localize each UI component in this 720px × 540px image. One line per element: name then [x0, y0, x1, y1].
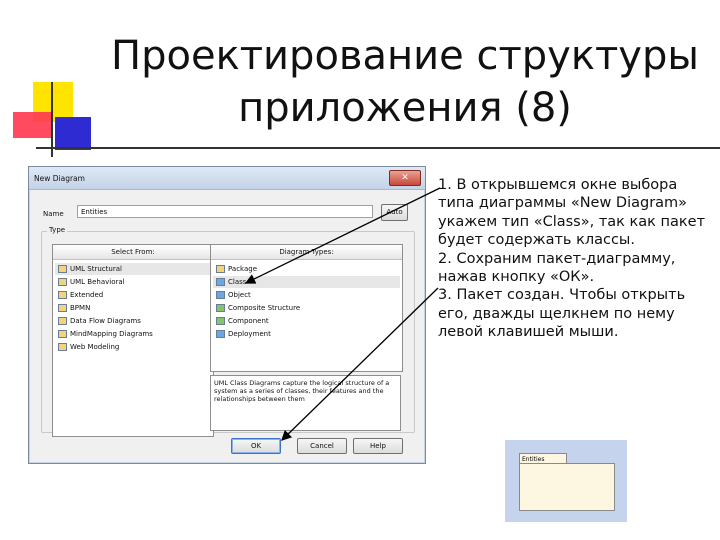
instructions-text: 1. В открывшемся окне выбора типа диагра…	[438, 176, 718, 342]
diagram-type-package[interactable]: Package	[216, 263, 257, 275]
diagram-types-list[interactable]: Diagram Types: Package Class Object Comp…	[210, 244, 403, 372]
diagram-type-component[interactable]: Component	[216, 315, 269, 327]
created-package-view: Entities	[505, 440, 627, 522]
dialog-titlebar[interactable]: New Diagram ✕	[29, 167, 425, 190]
object-icon	[216, 291, 225, 299]
instruction-step-3: 3. Пакет создан. Чтобы открыть его, дваж…	[438, 287, 686, 341]
cancel-button[interactable]: Cancel	[297, 438, 347, 454]
decor-vertical-line	[51, 82, 53, 157]
composite-icon	[216, 304, 225, 312]
instruction-step-1: 1. В открывшемся окне выбора типа диагра…	[438, 177, 706, 249]
list-item-bpmn[interactable]: BPMN	[58, 302, 90, 314]
decor-blue-square	[55, 117, 91, 150]
list-item-web-modeling[interactable]: Web Modeling	[58, 341, 119, 353]
name-label: Name	[43, 210, 64, 218]
diagram-type-class[interactable]: Class	[213, 276, 400, 288]
auto-button[interactable]: Auto	[381, 204, 408, 221]
folder-icon	[58, 291, 67, 299]
name-input[interactable]: Entities	[77, 205, 373, 218]
diagram-types-header: Diagram Types:	[211, 245, 402, 260]
new-diagram-dialog: New Diagram ✕ Name Entities Auto Type Se…	[28, 166, 426, 464]
diagram-type-object[interactable]: Object	[216, 289, 251, 301]
decor-horizontal-line	[36, 147, 720, 149]
diagram-description: UML Class Diagrams capture the logical s…	[210, 375, 401, 431]
folder-icon	[58, 343, 67, 351]
instruction-step-2: 2. Сохраним пакет-диаграмму, нажав кнопк…	[438, 250, 676, 286]
package-body[interactable]	[519, 463, 615, 511]
slide-title-line2: приложения (8)	[238, 85, 572, 131]
package-icon	[216, 265, 225, 273]
select-from-header: Select From:	[53, 245, 213, 260]
list-item-extended[interactable]: Extended	[58, 289, 103, 301]
folder-icon	[58, 317, 67, 325]
decor-red-square	[13, 112, 53, 138]
ok-button[interactable]: OK	[231, 438, 281, 454]
deployment-icon	[216, 330, 225, 338]
type-group-label: Type	[47, 226, 68, 234]
slide-title-line1: Проектирование структуры	[111, 33, 699, 79]
dialog-title: New Diagram	[34, 174, 85, 183]
component-icon	[216, 317, 225, 325]
close-icon: ✕	[401, 173, 409, 183]
class-icon	[216, 278, 225, 286]
list-item-uml-behavioral[interactable]: UML Behavioral	[58, 276, 125, 288]
slide-title: Проектирование структуры приложения (8)	[110, 30, 700, 134]
list-item-data-flow[interactable]: Data Flow Diagrams	[58, 315, 141, 327]
folder-icon	[58, 265, 67, 273]
folder-icon	[58, 330, 67, 338]
select-from-list[interactable]: Select From: UML Structural UML Behavior…	[52, 244, 214, 437]
help-button[interactable]: Help	[353, 438, 403, 454]
diagram-type-deployment[interactable]: Deployment	[216, 328, 271, 340]
diagram-type-composite[interactable]: Composite Structure	[216, 302, 300, 314]
list-item-uml-structural[interactable]: UML Structural	[55, 263, 211, 275]
folder-icon	[58, 278, 67, 286]
folder-icon	[58, 304, 67, 312]
close-button[interactable]: ✕	[389, 170, 421, 186]
list-item-mindmapping[interactable]: MindMapping Diagrams	[58, 328, 153, 340]
